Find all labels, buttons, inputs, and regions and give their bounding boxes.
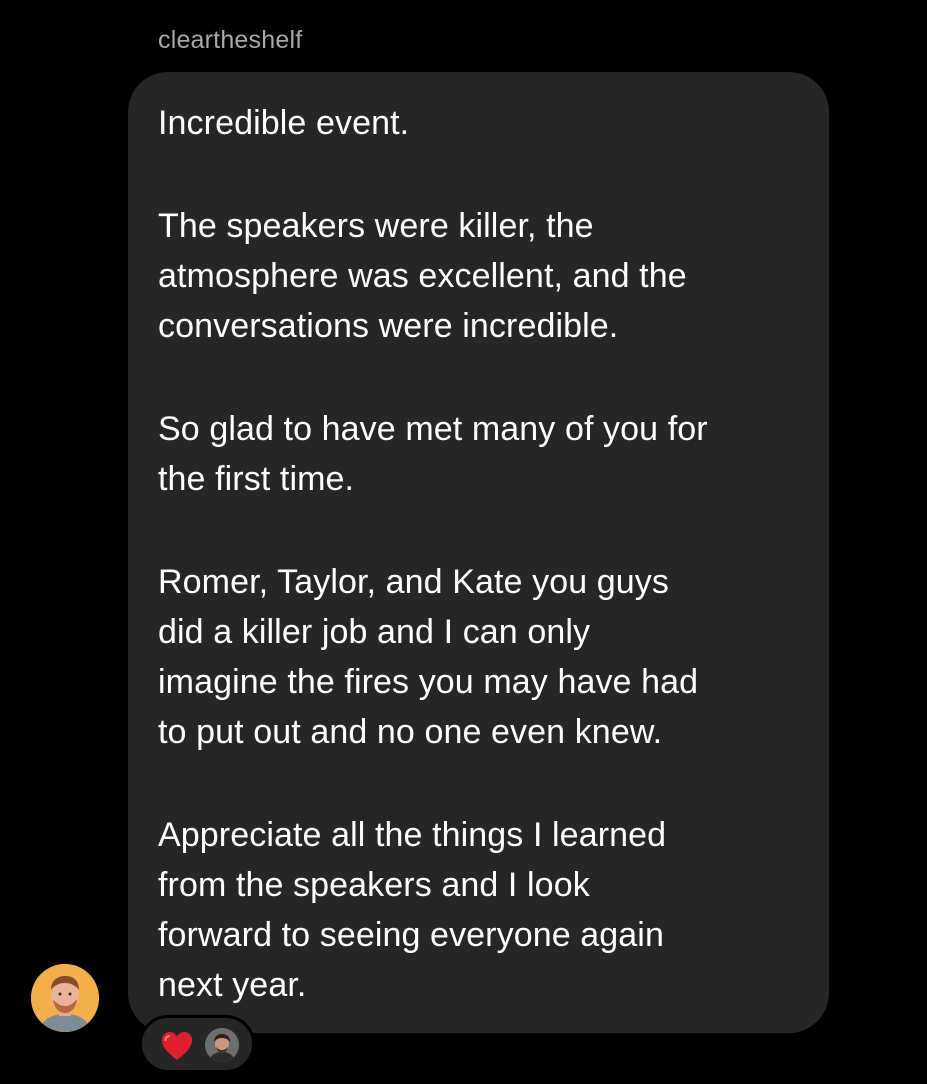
- sender-avatar[interactable]: [31, 964, 99, 1032]
- heart-icon: [162, 1032, 192, 1060]
- message-line: The speakers were killer, the: [158, 207, 594, 245]
- message-line: Appreciate all the things I learned: [158, 816, 667, 854]
- message-paragraph: Romer, Taylor, and Kate you guys did a k…: [158, 557, 799, 757]
- message-line: next year.: [158, 966, 307, 1004]
- message-paragraph: Appreciate all the things I learned from…: [158, 810, 799, 1010]
- person-avatar-icon: [205, 1028, 239, 1062]
- message-line: the first time.: [158, 460, 355, 498]
- message-line: Romer, Taylor, and Kate you guys: [158, 563, 669, 601]
- message-line: from the speakers and I look: [158, 866, 590, 904]
- message-line: forward to seeing everyone again: [158, 916, 664, 954]
- message-line: Incredible event.: [158, 104, 410, 142]
- message-line: atmosphere was excellent, and the: [158, 257, 687, 295]
- message-paragraph: The speakers were killer, the atmosphere…: [158, 201, 799, 351]
- reactor-avatar[interactable]: [205, 1028, 239, 1062]
- message-line: did a killer job and I can only: [158, 613, 591, 651]
- message-line: conversations were incredible.: [158, 307, 619, 345]
- message-line: So glad to have met many of you for: [158, 410, 708, 448]
- reactions-pill[interactable]: [139, 1015, 255, 1073]
- message-paragraph: So glad to have met many of you for the …: [158, 404, 799, 504]
- sender-name: cleartheshelf: [158, 26, 303, 54]
- person-avatar-icon: [31, 964, 99, 1032]
- message-bubble[interactable]: Incredible event. The speakers were kill…: [128, 72, 829, 1033]
- message-paragraph: Incredible event.: [158, 98, 799, 148]
- message-line: to put out and no one even knew.: [158, 713, 663, 751]
- message-line: imagine the fires you may have had: [158, 663, 699, 701]
